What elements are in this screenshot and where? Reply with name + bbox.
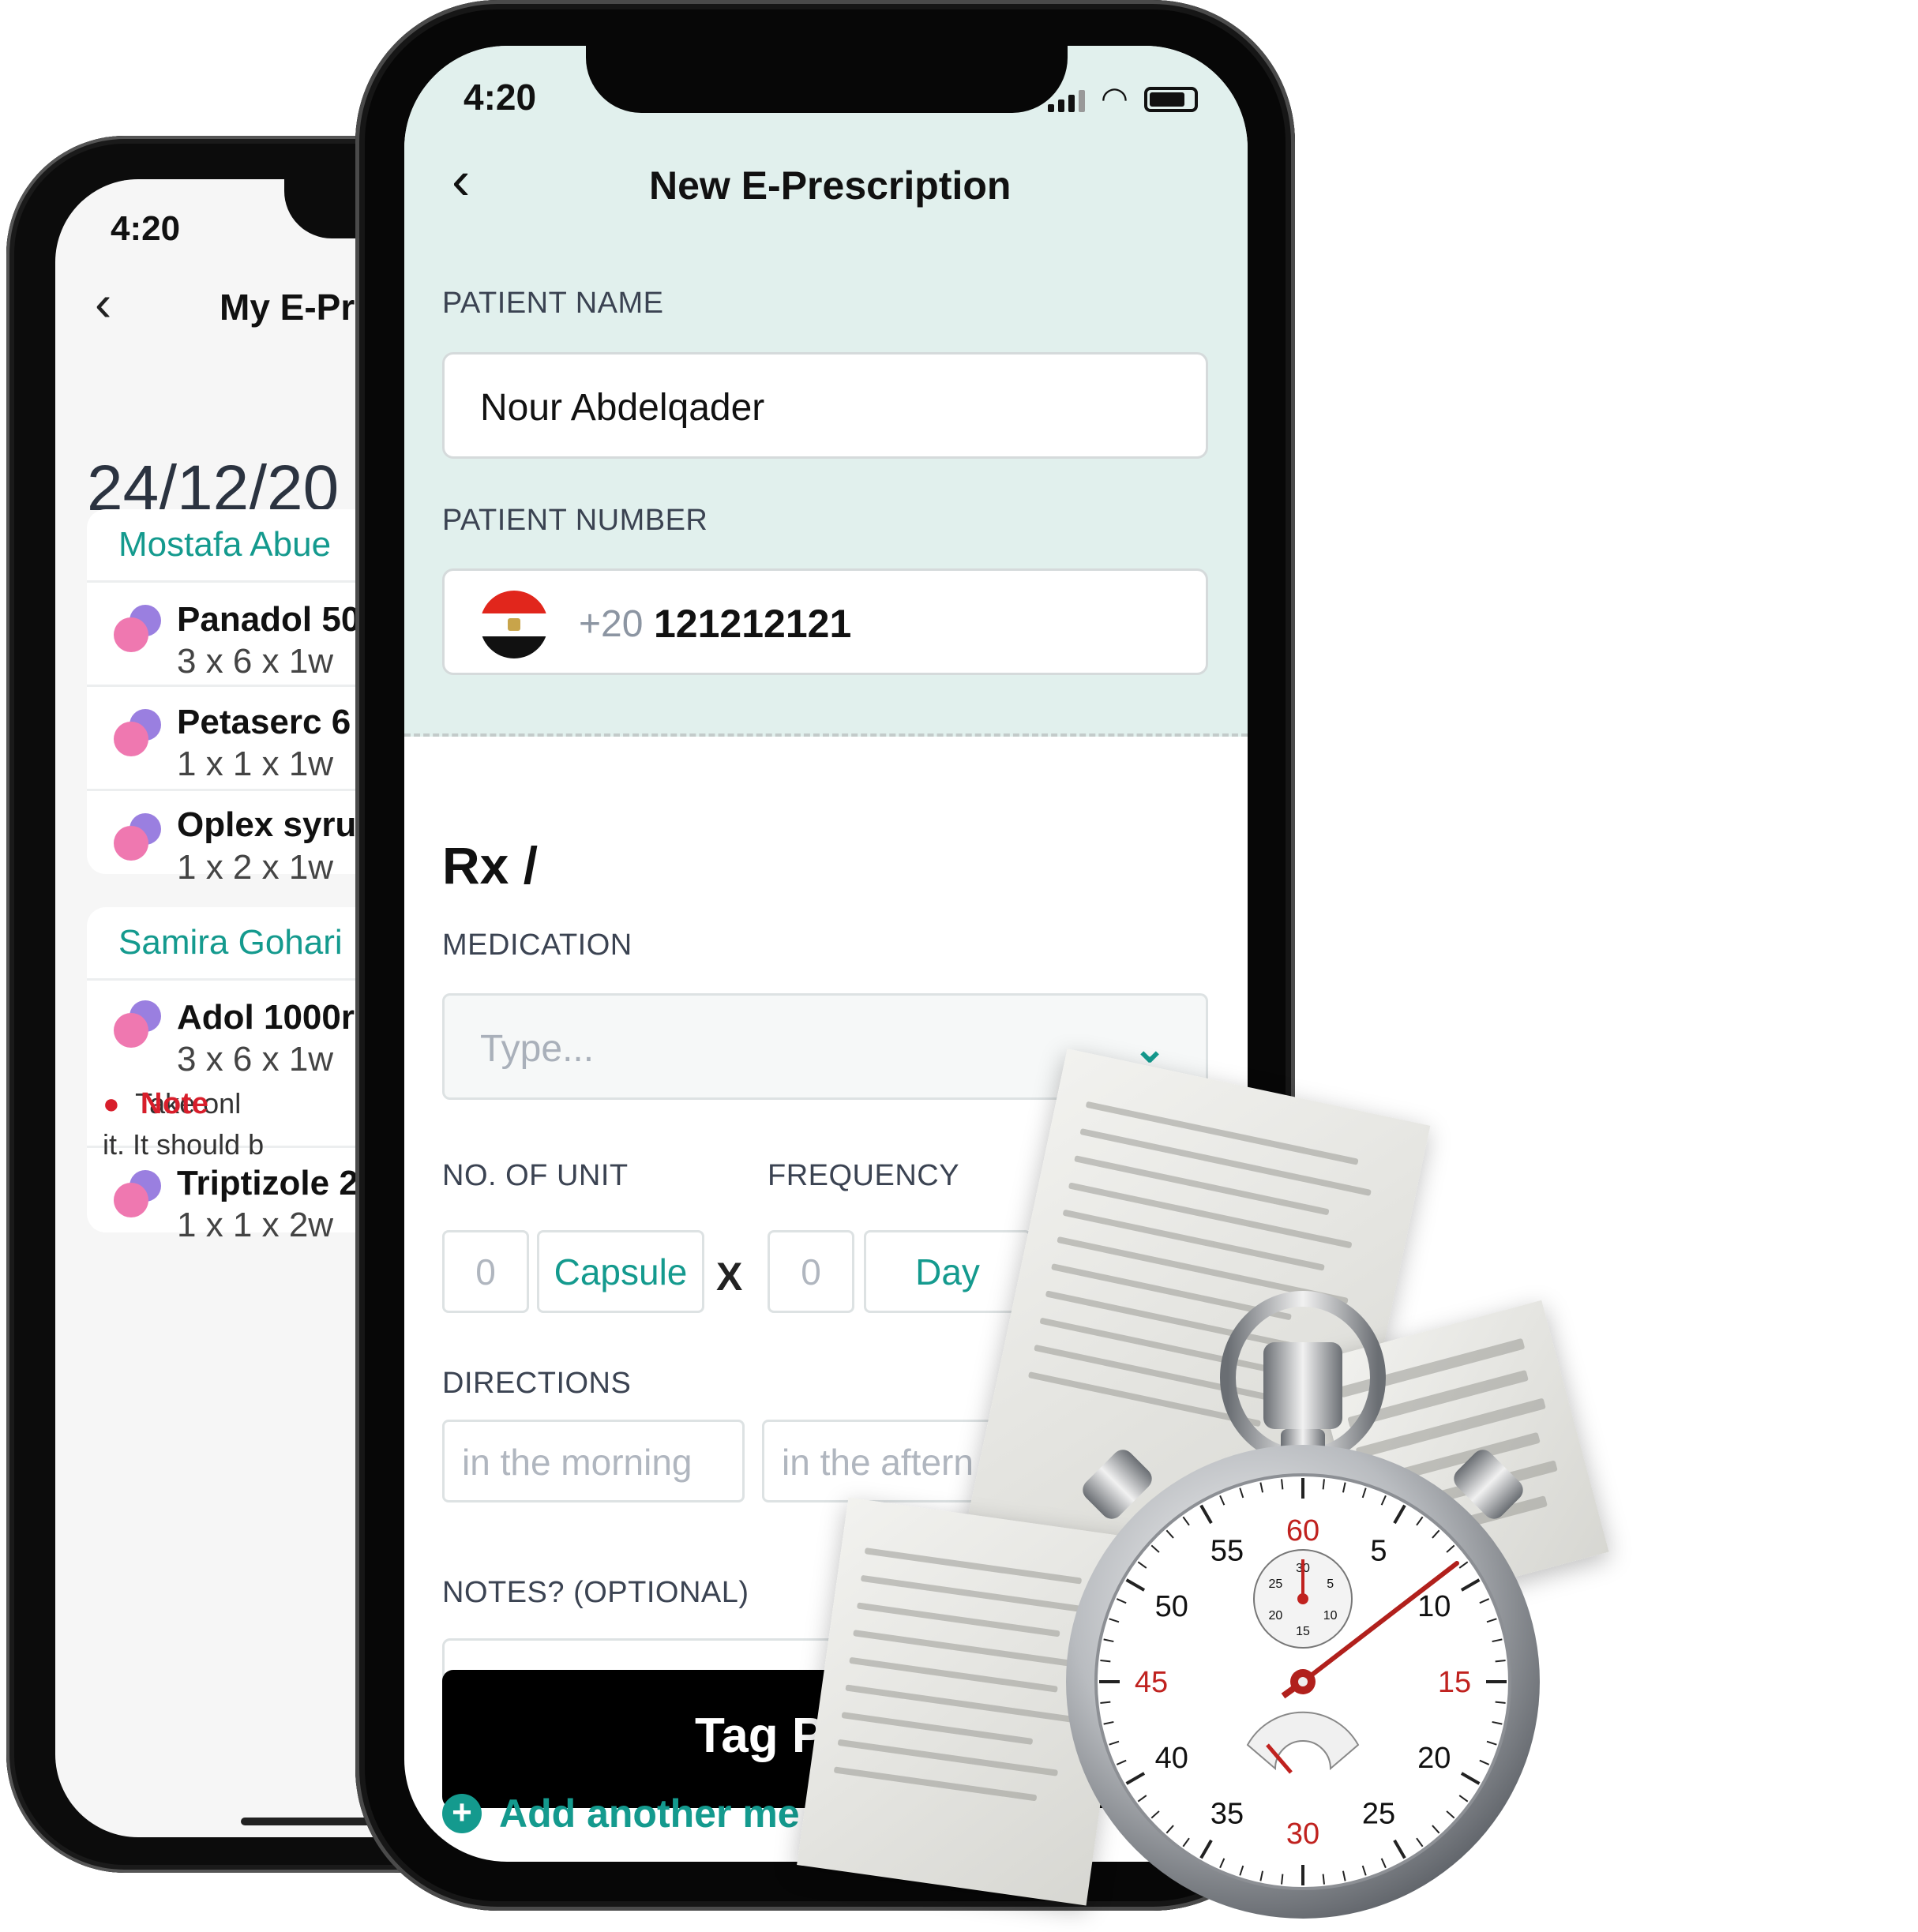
status-time: 4:20 — [111, 209, 181, 248]
patient-name-field[interactable]: Nour Abdelqader — [442, 352, 1208, 459]
direction-chip-morning[interactable]: in the morning — [442, 1420, 745, 1502]
status-icons: ◠ — [1048, 81, 1198, 116]
dial-number: 55 — [1210, 1535, 1244, 1568]
dial-number: 45 — [1135, 1666, 1168, 1699]
medication-dose: 1 x 1 x 2w — [177, 1206, 334, 1244]
subdial-number: 10 — [1323, 1609, 1338, 1623]
patient-number-value: 121212121 — [654, 602, 852, 646]
egypt-flag-icon[interactable] — [480, 591, 548, 658]
pill-icon — [114, 1170, 163, 1219]
country-code: +20 — [579, 603, 644, 645]
note-label: Note — [141, 1087, 209, 1120]
frequency-input[interactable]: 0 — [768, 1230, 854, 1313]
medication-name: Triptizole 2 — [177, 1164, 358, 1202]
patient-name: Samira Gohari — [118, 923, 343, 962]
subdial-hub — [1297, 1593, 1308, 1604]
dial-number: 35 — [1210, 1797, 1244, 1830]
stage: 4:20 ‹ My E-Pr 24/12/20 Mostafa Abue Pan… — [0, 0, 1918, 1932]
tag-button-label: Tag P — [695, 1709, 825, 1763]
medication-dose: 1 x 2 x 1w — [177, 848, 334, 887]
units-input[interactable]: 0 — [442, 1230, 529, 1313]
patient-name: Mostafa Abue — [118, 525, 332, 564]
seconds-hand-pin — [1298, 1677, 1308, 1686]
patient-number-label: PATIENT NUMBER — [442, 504, 708, 537]
notch — [586, 46, 1068, 113]
battery-icon — [1143, 87, 1198, 112]
medication-dose: 3 x 6 x 1w — [177, 642, 334, 681]
subdial-number: 5 — [1327, 1577, 1334, 1591]
patient-name-label: PATIENT NAME — [442, 287, 664, 320]
stopwatch-crown — [1263, 1342, 1342, 1429]
back-chevron-icon[interactable]: ‹ — [452, 152, 470, 208]
dial-number: 40 — [1155, 1742, 1188, 1775]
page-title: My E-Pr — [220, 287, 355, 328]
pill-icon — [114, 1000, 163, 1049]
frequency-label: FREQUENCY — [768, 1159, 960, 1192]
pill-icon — [114, 605, 163, 654]
dial-number: 10 — [1417, 1590, 1451, 1623]
add-another-label: Add another me — [499, 1791, 800, 1836]
status-time: 4:20 — [464, 77, 537, 118]
rx-heading: Rx / — [442, 836, 539, 895]
dial-number: 25 — [1362, 1797, 1395, 1830]
times-sign: X — [716, 1255, 743, 1299]
subdial-number: 20 — [1268, 1609, 1282, 1623]
units-label: NO. OF UNIT — [442, 1159, 629, 1192]
dial-tick — [1322, 1874, 1325, 1885]
patient-number-field[interactable]: +20 121212121 — [442, 568, 1208, 675]
wifi-icon: ◠ — [1101, 81, 1128, 116]
dial-tick — [1322, 1479, 1325, 1490]
medication-name: Petaserc 6 — [177, 703, 351, 741]
dial-number: 30 — [1286, 1818, 1319, 1851]
add-another-medication-button[interactable]: + Add another me — [442, 1791, 800, 1836]
cellular-signal-icon — [1048, 90, 1085, 112]
dial-tick — [1100, 1701, 1111, 1704]
dial-tick — [1100, 1660, 1111, 1663]
medication-note: ● Note Take onl it. It should b — [103, 1083, 264, 1165]
frequency-period-select[interactable]: Day — [864, 1230, 1031, 1313]
dial-tick — [1495, 1660, 1506, 1663]
medication-name: Panadol 50 — [177, 600, 361, 639]
unit-type-select[interactable]: Capsule — [537, 1230, 704, 1313]
note-text-line-2: it. It should b — [103, 1128, 265, 1161]
patient-name-value: Nour Abdelqader — [480, 387, 765, 429]
pill-icon — [114, 709, 163, 758]
directions-label: DIRECTIONS — [442, 1367, 632, 1400]
dial-number: 50 — [1155, 1590, 1188, 1623]
dial-number: 60 — [1286, 1514, 1319, 1547]
medication-dose: 3 x 6 x 1w — [177, 1040, 334, 1079]
notes-label: NOTES? (OPTIONAL) — [442, 1576, 749, 1609]
plus-circle-icon: + — [442, 1794, 482, 1833]
page-title: New E-Prescription — [649, 163, 1012, 208]
subdial-number: 15 — [1296, 1625, 1310, 1638]
back-chevron-icon[interactable]: ‹ — [95, 274, 111, 332]
medication-label: MEDICATION — [442, 928, 632, 962]
dial-tick — [1495, 1701, 1506, 1704]
medication-name: Oplex syru — [177, 805, 357, 844]
pill-icon — [114, 813, 163, 862]
note-bullet-icon: ● — [103, 1087, 120, 1120]
medication-name: Adol 1000r — [177, 998, 355, 1037]
dial-number: 5 — [1370, 1535, 1387, 1568]
medication-dose: 1 x 1 x 1w — [177, 745, 334, 783]
dial-number: 20 — [1417, 1742, 1451, 1775]
medication-placeholder: Type... — [480, 1028, 595, 1070]
dial-number: 15 — [1438, 1666, 1471, 1699]
stopwatch-illustration: 60510152025303540455055 30510152025 — [1066, 1291, 1540, 1919]
subdial-number: 25 — [1268, 1577, 1282, 1591]
